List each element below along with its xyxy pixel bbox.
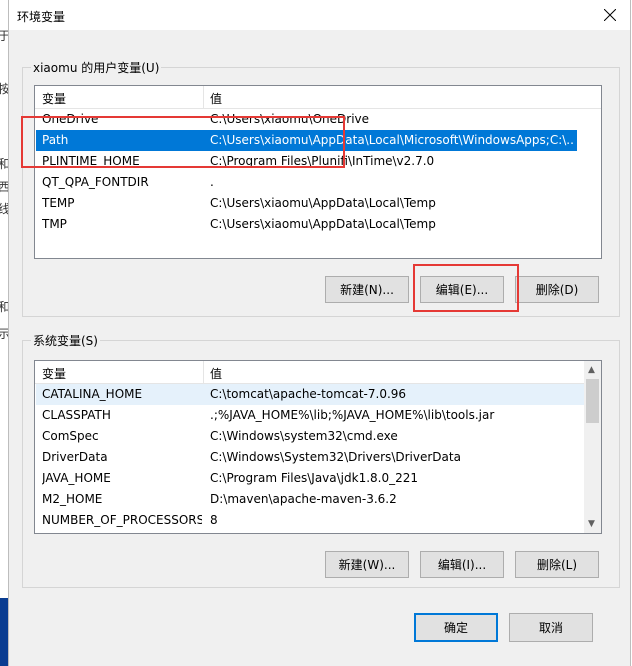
- table-row[interactable]: Path C:\Users\xiaomu\AppData\Local\Micros…: [36, 130, 577, 151]
- list-header: 变量 值: [35, 361, 601, 384]
- column-header-value[interactable]: 值: [210, 90, 222, 107]
- variable-value: C:\Users\xiaomu\AppData\Local\Microsoft\…: [210, 133, 573, 147]
- table-row[interactable]: PLINTIME_HOME C:\Program Files\Plunifi\In…: [36, 151, 577, 172]
- variable-value: C:\Users\xiaomu\AppData\Local\Temp: [210, 196, 436, 210]
- variable-name: DriverData: [42, 450, 108, 464]
- variable-name: OneDrive: [42, 112, 99, 126]
- user-variables-list[interactable]: 变量 值 OneDrive C:\Users\xiaomu\OneDrive Pat…: [34, 85, 602, 259]
- column-header-variable[interactable]: 变量: [42, 90, 66, 107]
- table-row[interactable]: QT_QPA_FONTDIR.: [36, 172, 577, 193]
- variable-value: D:\maven\apache-maven-3.6.2: [210, 492, 397, 506]
- table-row[interactable]: CLASSPATH .;%JAVA_HOME%\lib;%JAVA_HOME%\l…: [36, 405, 584, 426]
- variable-value: C:\Windows\system32\cmd.exe: [210, 429, 398, 443]
- system-edit-button[interactable]: 编辑(I)...: [420, 551, 504, 578]
- scroll-thumb[interactable]: [586, 379, 599, 423]
- variable-value: C:\Users\xiaomu\AppData\Local\Temp: [210, 217, 436, 231]
- table-row[interactable]: OneDrive C:\Users\xiaomu\OneDrive: [36, 109, 577, 130]
- title-bar: 环境变量: [9, 0, 630, 30]
- list-header: 变量 值: [35, 86, 601, 109]
- variable-name: CATALINA_HOME: [42, 387, 143, 401]
- variable-value: .;%JAVA_HOME%\lib;%JAVA_HOME%\lib\tools.…: [210, 408, 495, 422]
- variable-name: M2_HOME: [42, 492, 103, 506]
- variable-name: QT_QPA_FONTDIR: [42, 175, 149, 189]
- variable-name: Path: [42, 133, 69, 147]
- variable-name: TMP: [42, 217, 67, 231]
- variable-value: C:\Windows\System32\Drivers\DriverData: [210, 450, 461, 464]
- scroll-down-icon[interactable]: ▼: [588, 519, 595, 529]
- table-row[interactable]: NUMBER_OF_PROCESSORS 8: [36, 510, 584, 531]
- system-variables-legend: 系统变量(S): [31, 332, 100, 349]
- variable-name: CLASSPATH: [42, 408, 111, 422]
- variable-value: C:\tomcat\apache-tomcat-7.0.96: [210, 387, 407, 401]
- column-header-value[interactable]: 值: [210, 365, 222, 382]
- variable-value: C:\Program Files\Plunifi\InTime\v2.7.0: [210, 154, 435, 168]
- user-variables-legend: xiaomu 的用户变量(U): [31, 59, 162, 76]
- variable-name: JAVA_HOME: [42, 471, 111, 485]
- window-title: 环境变量: [17, 10, 66, 24]
- column-divider[interactable]: [203, 86, 204, 108]
- variable-value: C:\Program Files\Java\jdk1.8.0_221: [210, 471, 419, 485]
- close-button[interactable]: [598, 4, 622, 26]
- user-new-button[interactable]: 新建(N)...: [325, 276, 409, 303]
- background-taskbar: [0, 598, 8, 666]
- scroll-up-icon[interactable]: ▲: [588, 365, 595, 375]
- ok-button[interactable]: 确定: [414, 613, 498, 642]
- system-list-scrollbar[interactable]: ▲ ▼: [584, 361, 601, 533]
- variable-name: TEMP: [42, 196, 75, 210]
- system-new-button[interactable]: 新建(W)...: [325, 551, 409, 578]
- table-row[interactable]: DriverData C:\Windows\System32\Drivers\Dr…: [36, 447, 584, 468]
- table-row[interactable]: TMP C:\Users\xiaomu\AppData\Local\Temp: [36, 214, 577, 235]
- variable-name: NUMBER_OF_PROCESSORS: [42, 513, 202, 527]
- table-row[interactable]: TEMP C:\Users\xiaomu\AppData\Local\Temp: [36, 193, 577, 214]
- variable-name: PLINTIME_HOME: [42, 154, 140, 168]
- variable-value: .: [210, 175, 214, 189]
- table-row[interactable]: M2_HOME D:\maven\apache-maven-3.6.2: [36, 489, 584, 510]
- column-divider[interactable]: [203, 361, 204, 383]
- environment-variables-dialog: 环境变量 xiaomu 的用户变量(U) 变量 值 OneDrive C:\Use…: [8, 0, 631, 666]
- table-row[interactable]: CATALINA_HOME C:\tomcat\apache-tomcat-7.0…: [36, 384, 584, 405]
- column-header-variable[interactable]: 变量: [42, 365, 66, 382]
- close-icon: [604, 9, 616, 21]
- table-row[interactable]: ComSpec C:\Windows\system32\cmd.exe: [36, 426, 584, 447]
- system-variables-list[interactable]: 变量 值 CATALINA_HOME C:\tomcat\apache-tomca…: [34, 360, 602, 534]
- cancel-button[interactable]: 取消: [509, 613, 593, 642]
- user-delete-button[interactable]: 删除(D): [515, 276, 599, 303]
- table-row[interactable]: JAVA_HOME C:\Program Files\Java\jdk1.8.0_…: [36, 468, 584, 489]
- system-delete-button[interactable]: 删除(L): [515, 551, 599, 578]
- variable-name: ComSpec: [42, 429, 99, 443]
- user-edit-button[interactable]: 编辑(E)...: [420, 276, 504, 303]
- variable-value: 8: [210, 513, 218, 527]
- variable-value: C:\Users\xiaomu\OneDrive: [210, 112, 370, 126]
